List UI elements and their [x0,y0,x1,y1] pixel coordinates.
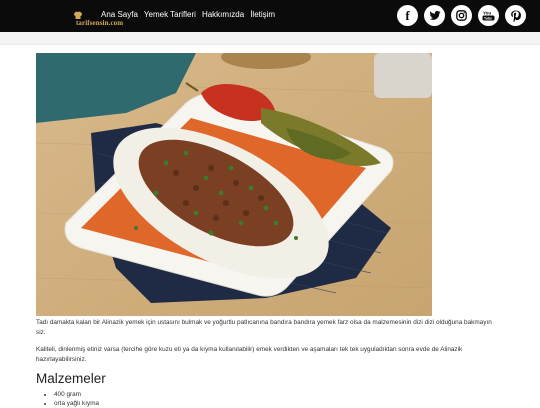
detail-paragraph: Kaliteli, dinlenmiş etiniz varsa (tercih… [36,346,463,363]
twitter-icon[interactable] [424,5,445,26]
list-item: 400 gram [54,390,99,399]
recipe-photo [36,53,432,316]
svg-text:Tube: Tube [484,17,492,21]
nav-about[interactable]: Hakkımızda [202,10,244,19]
nav-recipes[interactable]: Yemek Tarifleri [144,10,196,19]
svg-text:You: You [483,11,491,16]
logo-text: tarifsensin.com [76,19,124,27]
nav-contact[interactable]: İletişim [250,10,275,19]
facebook-icon[interactable]: f [397,5,418,26]
social-links: f You Tube [397,5,526,26]
ingredients-heading: Malzemeler [36,371,106,386]
top-navbar: tarifsensin.com Ana Sayfa Yemek Tarifler… [0,0,540,32]
instagram-icon[interactable] [451,5,472,26]
header-spacer [0,32,540,45]
intro-paragraph: Tadı damakta kalan bir Alinazik yemek iç… [36,319,492,336]
youtube-icon[interactable]: You Tube [478,5,499,26]
site-logo[interactable]: tarifsensin.com [36,5,123,27]
list-item: orta yağlı kıyma [54,399,99,408]
pinterest-icon[interactable] [505,5,526,26]
nav-home[interactable]: Ana Sayfa [101,10,138,19]
ingredients-list: 400 gram orta yağlı kıyma [44,390,99,408]
main-nav: Ana Sayfa Yemek Tarifleri Hakkımızda İle… [101,10,275,19]
